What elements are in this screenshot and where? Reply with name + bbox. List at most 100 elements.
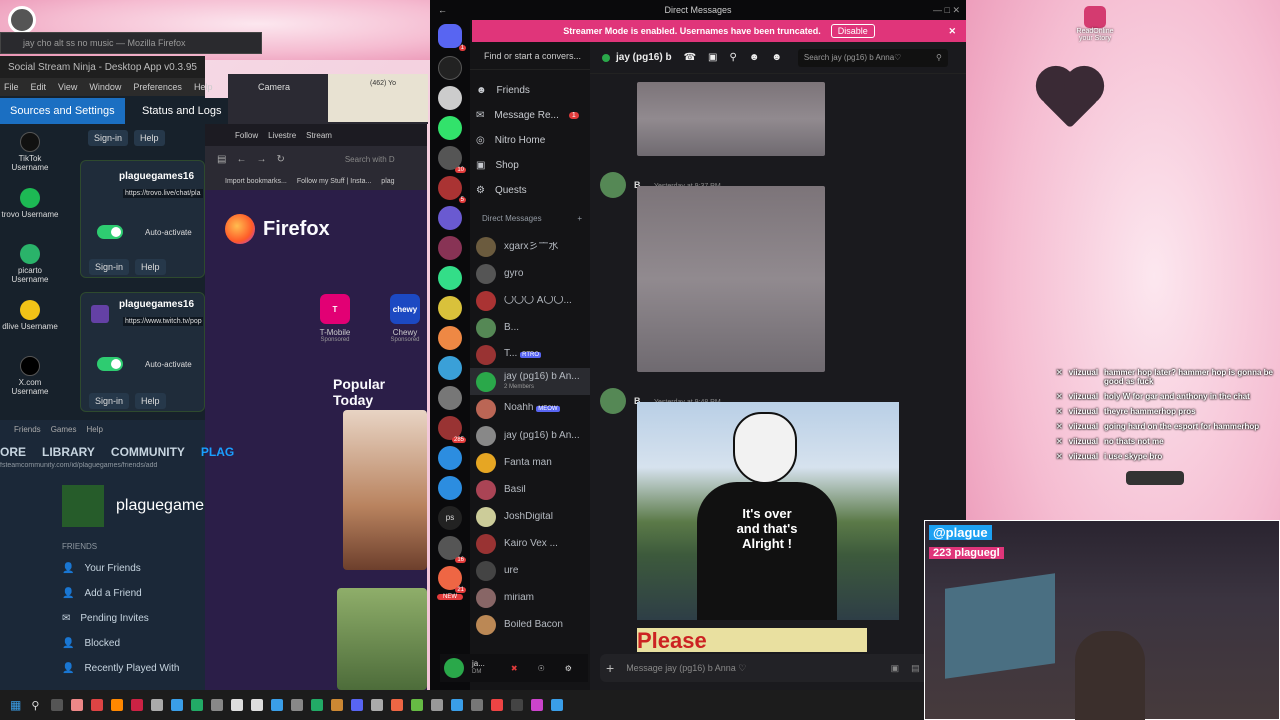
desktop-app-icon[interactable]: ReadOnline your Story <box>1070 6 1120 42</box>
menu-file[interactable]: File <box>4 82 19 92</box>
message-avatar[interactable] <box>600 388 626 414</box>
server-icon[interactable] <box>438 266 462 290</box>
server-icon[interactable] <box>438 476 462 500</box>
server-icon[interactable] <box>438 326 462 350</box>
reload-icon[interactable]: ↻ <box>276 154 284 165</box>
taskbar-app-icon[interactable] <box>491 699 504 711</box>
ff-tab[interactable]: Follow <box>235 131 258 140</box>
add-friend-link[interactable]: 👤 Add a Friend <box>0 581 205 606</box>
server-icon[interactable]: 10 <box>438 146 466 173</box>
server-icon[interactable]: 5 <box>438 176 466 203</box>
dm-search[interactable]: Find or start a convers... <box>470 42 590 70</box>
ff-tab[interactable]: Stream <box>306 131 332 140</box>
nav-nitro[interactable]: ◎ Nitro Home <box>470 128 590 153</box>
overlay-controls-icon[interactable]: ✕ <box>1056 452 1063 461</box>
meme-next[interactable]: Please <box>637 628 867 652</box>
server-icon[interactable]: 285 <box>438 416 466 443</box>
dm-item[interactable]: 〇〇〇 A〇〇... <box>470 287 590 314</box>
channel-search[interactable]: Search jay (pg16) b Anna♡ ⚲ <box>797 48 948 67</box>
signin-button[interactable]: Sign-in <box>89 259 130 275</box>
server-icon[interactable] <box>438 206 462 230</box>
video-icon[interactable]: ▣ <box>708 52 717 63</box>
taskbar-app-icon[interactable] <box>411 699 424 711</box>
steam-nav-community[interactable]: COMMUNITY <box>111 445 185 459</box>
server-icon[interactable] <box>438 356 462 380</box>
dm-item[interactable]: Basil <box>470 476 590 503</box>
gift-icon[interactable]: ▣ <box>891 663 900 674</box>
sidebar-icon[interactable]: ▤ <box>217 154 226 165</box>
pin-icon[interactable]: ⚲ <box>730 52 737 63</box>
taskbar-app-icon[interactable] <box>251 699 264 711</box>
taskbar-app-icon[interactable] <box>171 699 184 711</box>
taskbar-app-icon[interactable] <box>371 699 384 711</box>
dm-item[interactable]: Fanta man <box>470 449 590 476</box>
story-image[interactable] <box>343 410 427 570</box>
server-icon[interactable] <box>438 236 462 260</box>
steam-menu-item[interactable]: Games <box>51 425 77 434</box>
nav-message-requests[interactable]: ✉ Message Re... 1 <box>470 103 590 128</box>
server-icon[interactable] <box>438 56 462 80</box>
discord-home-icon[interactable]: 1 <box>438 24 466 51</box>
tab-sources-settings[interactable]: Sources and Settings <box>0 98 125 124</box>
steam-nav-store[interactable]: ORE <box>0 445 26 459</box>
auto-activate-toggle[interactable] <box>97 357 123 371</box>
server-icon[interactable] <box>438 296 462 320</box>
story-image[interactable] <box>337 588 427 690</box>
taskbar-app-icon[interactable] <box>271 699 284 711</box>
dm-item[interactable]: ure <box>470 557 590 584</box>
service-x[interactable]: X.com Username <box>0 352 60 408</box>
service-trovo[interactable]: trovo Username <box>0 184 60 240</box>
menu-edit[interactable]: Edit <box>31 82 47 92</box>
dm-item[interactable]: jay (pg16) b An... <box>470 422 590 449</box>
taskbar-app-icon[interactable] <box>91 699 104 711</box>
message-avatar[interactable] <box>600 172 626 198</box>
signin-button[interactable]: Sign-in <box>88 130 129 146</box>
pending-invites-link[interactable]: ✉ Pending Invites <box>0 606 205 631</box>
nav-friends[interactable]: ☻ Friends <box>470 78 590 103</box>
dm-item[interactable]: Noahh MEOW <box>470 395 590 422</box>
taskbar-app-icon[interactable] <box>211 699 224 711</box>
meme-image[interactable]: It's over and that's Alright ! <box>637 402 899 620</box>
message-input[interactable]: + Message jay (pg16) b Anna ♡ ▣ ▤ ▫ ☺ <box>600 654 962 682</box>
taskbar-app-icon[interactable] <box>151 699 164 711</box>
taskbar-app-icon[interactable] <box>331 699 344 711</box>
auto-activate-toggle[interactable] <box>97 225 123 239</box>
forward-icon[interactable]: → <box>256 154 266 165</box>
help-button[interactable]: Help <box>135 259 166 275</box>
add-attachment-icon[interactable]: + <box>606 660 614 676</box>
taskbar-app-icon[interactable] <box>111 699 124 711</box>
nav-quests[interactable]: ⚙ Quests <box>470 178 590 203</box>
menu-preferences[interactable]: Preferences <box>133 82 182 92</box>
tab-status-logs[interactable]: Status and Logs <box>132 98 232 124</box>
taskbar-app-icon[interactable] <box>231 699 244 711</box>
start-icon[interactable]: ▦ <box>10 698 21 712</box>
dm-item[interactable]: JoshDigital <box>470 503 590 530</box>
card-url[interactable]: https://trovo.live/chat/pla <box>123 189 203 198</box>
dm-item[interactable]: T... RTRO <box>470 341 590 368</box>
dm-item[interactable]: Kairo Vex ... <box>470 530 590 557</box>
steam-nav-library[interactable]: LIBRARY <box>42 445 95 459</box>
steam-nav-profile[interactable]: PLAG <box>201 445 234 459</box>
search-icon[interactable]: ⚲ <box>31 699 39 712</box>
steam-menu-item[interactable]: Friends <box>14 425 41 434</box>
taskbar-app-icon[interactable] <box>431 699 444 711</box>
headphones-icon[interactable]: ☉ <box>538 664 545 673</box>
menu-help[interactable]: Help <box>194 82 213 92</box>
server-icon[interactable]: 21 <box>438 566 466 593</box>
server-icon[interactable] <box>438 116 462 140</box>
taskbar-app-icon[interactable] <box>351 699 364 711</box>
yt-thumb[interactable]: (462) Yo <box>328 74 428 122</box>
taskbar-app-icon[interactable] <box>511 699 524 711</box>
menu-window[interactable]: Window <box>89 82 121 92</box>
gif-icon[interactable]: ▤ <box>911 663 920 674</box>
close-banner-icon[interactable]: ✕ <box>948 26 956 37</box>
help-button[interactable]: Help <box>134 130 165 146</box>
server-icon[interactable] <box>438 386 462 410</box>
overlay-controls-icon[interactable]: ✕ <box>1056 368 1063 377</box>
recently-played-link[interactable]: 👤 Recently Played With <box>0 656 205 681</box>
back-icon[interactable]: ← <box>236 154 246 165</box>
dm-item[interactable]: xgarx彡亠水 <box>470 233 590 260</box>
taskbar-app-icon[interactable] <box>311 699 324 711</box>
dm-item[interactable]: jay (pg16) b An... 2 Members <box>470 368 590 395</box>
members-icon[interactable]: ☻ <box>771 52 782 63</box>
